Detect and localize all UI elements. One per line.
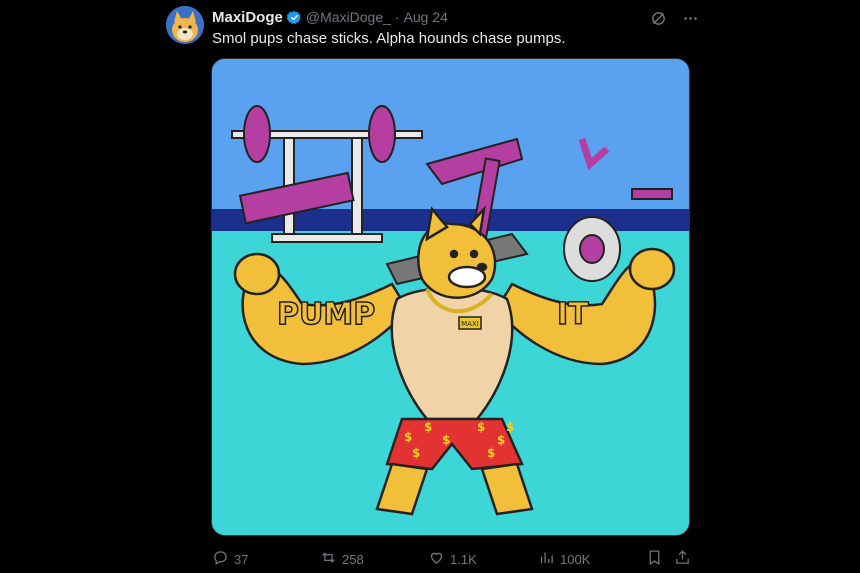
handle[interactable]: @MaxiDoge_ [306,9,391,25]
tweet-date[interactable]: Aug 24 [404,9,448,25]
tweet-text: Smol pups chase sticks. Alpha hounds cha… [212,30,566,47]
svg-text:$: $ [412,446,420,460]
reply-icon [212,549,229,569]
views-count: 100K [560,551,591,567]
views-button[interactable]: 100K [538,549,590,569]
more-icon[interactable] [680,8,700,28]
svg-text:$: $ [424,420,432,434]
separator-dot: · [394,9,400,25]
share-icon [674,549,691,569]
views-icon [538,549,555,569]
like-count: 1.1K [450,551,477,567]
reply-button[interactable]: 37 [212,549,248,569]
pump-text: PUMP [277,297,375,332]
grok-icon[interactable] [648,8,668,28]
reply-count: 37 [234,551,249,567]
tweet-actions: 37 258 1.1K 100K [212,549,690,569]
display-name[interactable]: MaxiDoge [212,9,283,26]
svg-text:$: $ [442,433,450,447]
tweet-header: MaxiDoge @MaxiDoge_ · Aug 24 [212,8,448,26]
svg-text:$: $ [497,433,505,447]
share-button[interactable] [674,549,691,569]
svg-text:$: $ [477,420,485,434]
chain-tag-text: MAXI [461,320,479,328]
svg-text:$: $ [487,446,495,460]
like-icon [428,549,445,569]
repost-icon [320,549,337,569]
repost-count: 258 [342,551,364,567]
it-text: IT [557,297,589,332]
top-actions [648,8,700,28]
bookmark-button[interactable] [646,549,663,569]
svg-text:$: $ [506,420,514,434]
verified-badge-icon[interactable] [286,10,302,25]
tweet-media-image[interactable]: MAXI $ $ $ $ $ $ $ $ PUMP IT [211,58,690,536]
repost-button[interactable]: 258 [320,549,364,569]
svg-text:$: $ [404,430,412,444]
avatar[interactable] [166,6,204,44]
like-button[interactable]: 1.1K [428,549,477,569]
bookmark-icon [646,549,663,569]
